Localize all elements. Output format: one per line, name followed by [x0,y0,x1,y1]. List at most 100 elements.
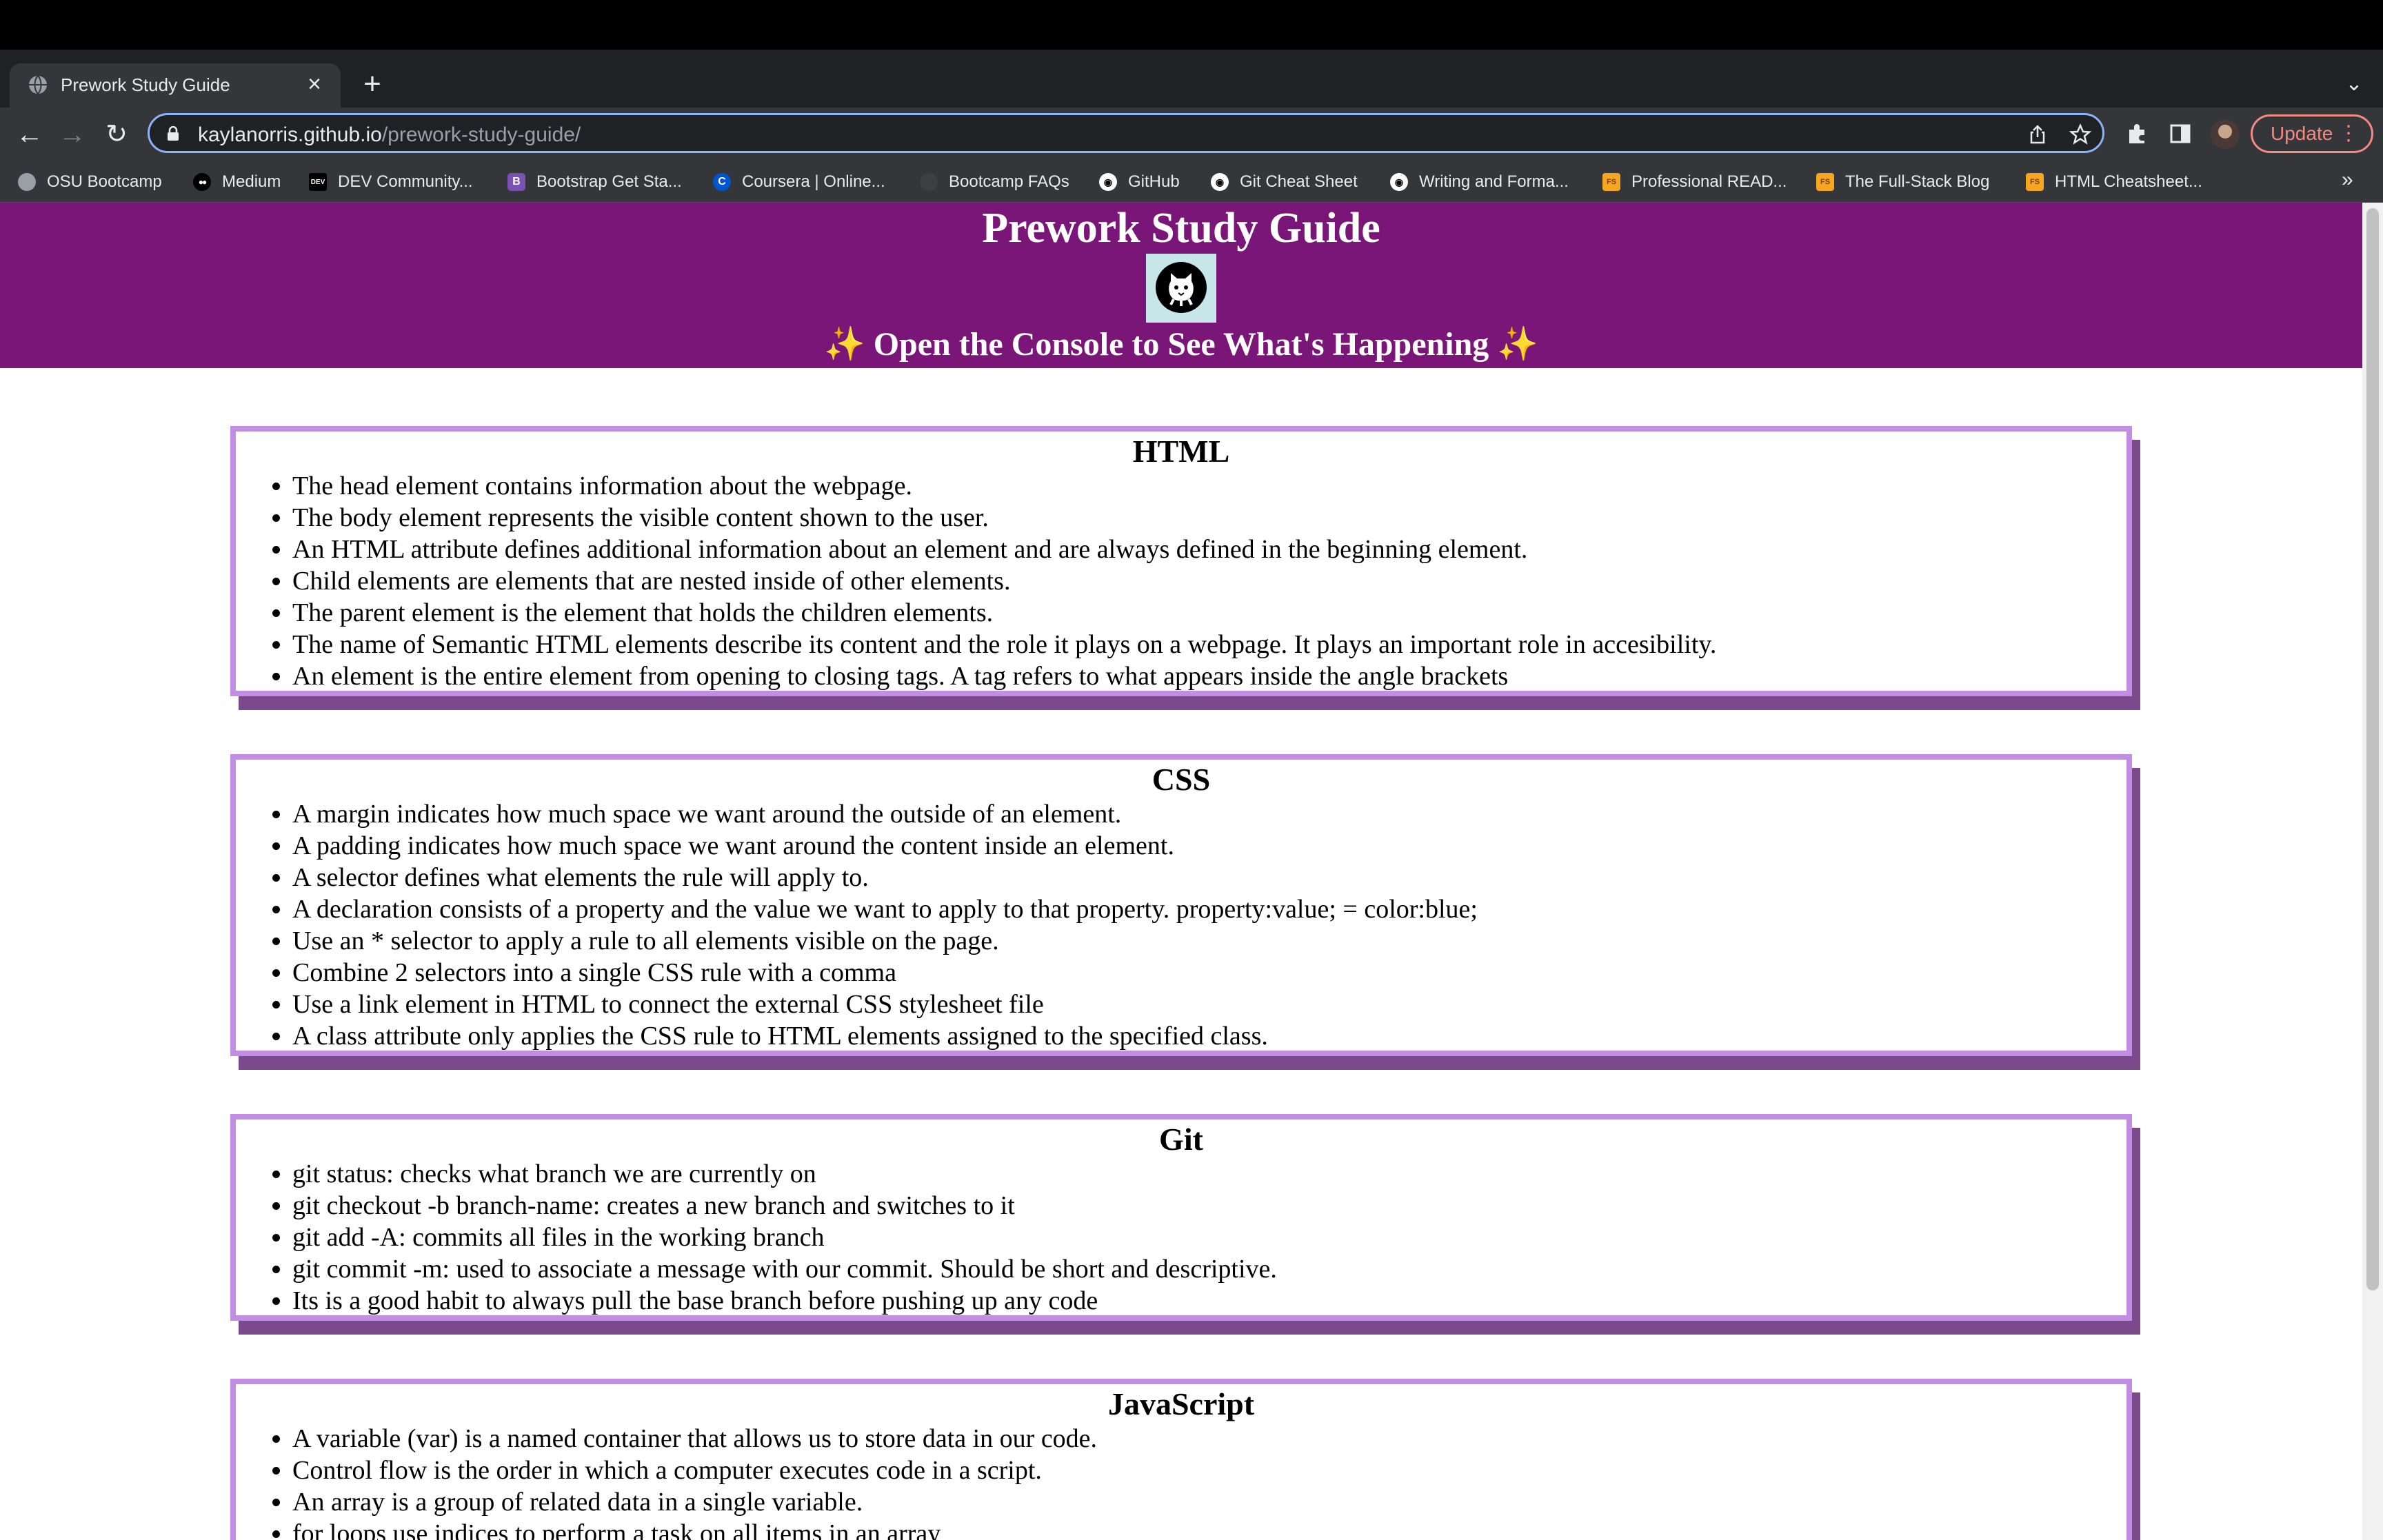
list-item: Control flow is the order in which a com… [292,1455,2126,1486]
forward-button[interactable]: → [57,119,88,150]
list-item: An HTML attribute defines additional inf… [292,534,2126,565]
more-bookmarks-icon[interactable]: » [2342,168,2353,192]
fs-icon: FS [1602,173,1620,191]
github-icon: ◉ [1211,173,1229,191]
section-heading: HTML [1132,434,1230,469]
list-item: A margin indicates how much space we wan… [292,798,2126,830]
update-button[interactable]: Update ⋮ [2251,114,2373,153]
bookmark-label: Bootcamp FAQs [949,172,1069,191]
faq-icon [920,173,938,191]
lock-icon [168,126,179,141]
list-item: A variable (var) is a named container th… [292,1423,2126,1455]
tab-title: Prework Study Guide [61,74,230,95]
bookmark-label: Medium [222,172,281,191]
profile-avatar[interactable] [2211,120,2240,149]
scrollbar-thumb[interactable] [2366,208,2379,1290]
bookmark-label: Git Cheat Sheet [1240,172,1358,191]
reload-button[interactable]: ↻ [101,119,132,150]
chevron-down-icon[interactable]: ⌄ [2340,68,2368,101]
github-icon: ◉ [1390,173,1408,191]
bookmark-label: OSU Bootcamp [47,172,162,191]
webpage-viewport: Prework Study Guide ✨ Open the Console t… [0,203,2362,1540]
address-bar[interactable]: kaylanorris.github.io/prework-study-guid… [148,113,2104,153]
bookmark-label: HTML Cheatsheet... [2055,172,2202,191]
list-item: Child elements are elements that are nes… [292,565,2126,597]
list-item: Use a link element in HTML to connect th… [292,989,2126,1020]
section-list: A variable (var) is a named container th… [236,1423,2126,1540]
coursera-icon: C [713,173,731,191]
bookmark-item[interactable]: DEV DEV Community... [309,170,473,194]
list-item: Combine 2 selectors into a single CSS ru… [292,957,2126,989]
list-item: git commit -m: used to associate a messa… [292,1253,2126,1285]
star-icon[interactable] [2069,123,2091,145]
bookmark-item[interactable]: ◉ Git Cheat Sheet [1211,170,1358,194]
cat-logo [1146,254,1216,323]
list-item: An array is a group of related data in a… [292,1486,2126,1518]
bookmark-item[interactable]: ◉ Writing and Forma... [1390,170,1569,194]
fs-icon: FS [2026,173,2044,191]
bookmark-label: Bootstrap Get Sta... [536,172,682,191]
cat-icon [1169,273,1194,306]
close-icon[interactable]: × [301,70,328,98]
bootstrap-icon: B [507,173,525,191]
bookmark-label: Professional READ... [1631,172,1787,191]
more-menu-icon[interactable]: ⋮ [2338,116,2359,151]
bookmark-item[interactable]: Bootcamp FAQs [920,170,1069,194]
section-html: HTML The head element contains informati… [230,426,2132,696]
bookmark-item[interactable]: ◉ GitHub [1099,170,1180,194]
list-item: The body element represents the visible … [292,502,2126,534]
fs-icon: FS [1816,173,1834,191]
list-item: Its is a good habit to always pull the b… [292,1285,2126,1317]
globe-icon [18,173,36,191]
new-tab-button[interactable]: + [356,68,389,101]
medium-icon: ●● [193,173,211,191]
bookmarks-bar: OSU Bootcamp ●● Medium DEV DEV Community... B… [0,161,2383,203]
share-icon[interactable] [2027,123,2049,145]
list-item: git status: checks what branch we are cu… [292,1158,2126,1190]
bookmark-label: DEV Community... [338,172,473,191]
list-item: The parent element is the element that h… [292,597,2126,629]
bookmark-label: Writing and Forma... [1419,172,1569,191]
bookmark-item[interactable]: FS HTML Cheatsheet... [2026,170,2202,194]
section-heading: Git [1159,1122,1203,1157]
section-javascript: JavaScript A variable (var) is a named c… [230,1379,2132,1540]
bookmark-item[interactable]: OSU Bootcamp [18,170,162,194]
side-panel-icon[interactable] [2168,121,2193,146]
section-css: CSS A margin indicates how much space we… [230,754,2132,1056]
list-item: An element is the entire element from op… [292,660,2126,692]
browser-toolbar: ← → ↻ kaylanorris.github.io/prework-stud… [0,108,2383,161]
extensions-icon[interactable] [2125,121,2150,146]
sparkle-icon: ✨ [1497,326,1539,363]
sparkle-icon: ✨ [823,326,865,363]
list-item: A class attribute only applies the CSS r… [292,1020,2126,1052]
section-heading: JavaScript [1107,1386,1255,1421]
list-item: A padding indicates how much space we wa… [292,830,2126,862]
url-text: kaylanorris.github.io/prework-study-guid… [198,123,581,146]
bookmark-item[interactable]: FS Professional READ... [1602,170,1787,194]
list-item: The head element contains information ab… [292,470,2126,502]
bookmark-label: The Full-Stack Blog [1845,172,1990,191]
bookmark-item[interactable]: B Bootstrap Get Sta... [507,170,682,194]
section-list: The head element contains information ab… [236,470,2126,692]
section-heading: CSS [1152,762,1211,797]
bookmark-item[interactable]: ●● Medium [193,170,281,194]
page-title: Prework Study Guide [982,205,1380,252]
globe-icon [29,75,47,94]
list-item: Use an * selector to apply a rule to all… [292,925,2126,957]
section-list: A margin indicates how much space we wan… [236,798,2126,1052]
back-button[interactable]: ← [14,119,46,150]
section-git: Git git status: checks what branch we ar… [230,1114,2132,1321]
page-subtitle: ✨ Open the Console to See What's Happeni… [823,326,1539,363]
list-item: for loops use indices to perform a task … [292,1518,2126,1540]
bookmark-label: GitHub [1128,172,1180,191]
list-item: The name of Semantic HTML elements descr… [292,629,2126,660]
list-item: A selector defines what elements the rul… [292,862,2126,893]
github-icon: ◉ [1099,173,1117,191]
bookmark-item[interactable]: C Coursera | Online... [713,170,885,194]
page-header: Prework Study Guide ✨ Open the Console t… [0,203,2362,368]
bookmark-label: Coursera | Online... [742,172,885,191]
list-item: git add -A: commits all files in the wor… [292,1222,2126,1253]
bookmark-item[interactable]: FS The Full-Stack Blog [1816,170,1989,194]
tab-prework-study-guide[interactable]: Prework Study Guide × [10,63,341,108]
section-list: git status: checks what branch we are cu… [236,1158,2126,1317]
